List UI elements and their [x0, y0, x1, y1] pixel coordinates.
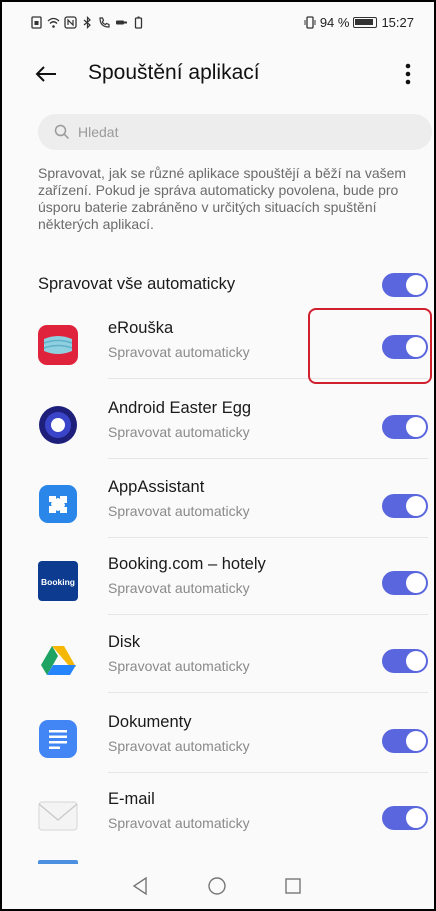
app-name: AppAssistant [108, 478, 205, 496]
app-status: Spravovat automaticky [108, 738, 250, 754]
divider [108, 458, 428, 459]
divider [108, 692, 428, 693]
status-right: 94 % 15:27 [304, 15, 414, 30]
clock: 15:27 [381, 15, 414, 30]
app-row-dokumenty[interactable]: Dokumenty Spravovat automaticky [2, 705, 434, 773]
status-icons [30, 16, 145, 29]
app-name: Disk [108, 633, 141, 651]
more-vert-icon [405, 63, 411, 85]
search-input[interactable] [78, 114, 418, 150]
app-row-email[interactable]: E-mail Spravovat automaticky [2, 782, 434, 850]
vibrate-icon [304, 16, 316, 29]
docs-icon [39, 720, 77, 758]
app-name: Dokumenty [108, 713, 192, 731]
arrow-left-icon [35, 66, 56, 82]
booking-icon: Booking [38, 561, 78, 601]
sim-icon [31, 16, 42, 29]
app-status: Spravovat automaticky [108, 658, 250, 674]
google-drive-icon [41, 646, 76, 675]
app-row-appassistant[interactable]: AppAssistant Spravovat automaticky [2, 470, 434, 538]
toggle-knob [406, 417, 426, 437]
page-title: Spouštění aplikací [88, 61, 260, 84]
screen: 94 % 15:27 Spouštění aplikací Spravovat,… [0, 0, 436, 911]
email-icon [38, 801, 78, 831]
app-toggle[interactable] [382, 494, 428, 518]
battery-percent: 94 % [319, 15, 350, 30]
search-bar[interactable] [38, 114, 432, 150]
app-toggle[interactable] [382, 415, 428, 439]
app-toggle[interactable] [382, 571, 428, 595]
nav-home-button[interactable] [201, 870, 233, 902]
triangle-back-icon [132, 877, 147, 895]
toggle-knob [406, 275, 426, 295]
app-row-booking[interactable]: Booking Booking.com – hotely Spravovat a… [2, 547, 434, 615]
nav-back-button[interactable] [124, 870, 156, 902]
divider [108, 772, 428, 773]
divider [108, 614, 428, 615]
status-bar: 94 % 15:27 [2, 2, 434, 46]
toggle-knob [406, 651, 426, 671]
toggle-knob [406, 496, 426, 516]
bluetooth-icon [83, 16, 91, 29]
app-status: Spravovat automaticky [108, 424, 250, 440]
description-text: Spravovat, jak se různé aplikace spouště… [38, 165, 407, 232]
app-toggle[interactable] [382, 729, 428, 753]
app-bar: Spouštění aplikací [2, 46, 434, 106]
appassistant-icon [39, 485, 77, 523]
app-status: Spravovat automaticky [108, 580, 250, 596]
divider [108, 537, 428, 538]
circle-home-icon [208, 877, 226, 895]
manage-all-label: Spravovat vše automaticky [38, 275, 236, 293]
manage-all-toggle[interactable] [382, 273, 428, 297]
app-status: Spravovat automaticky [108, 344, 250, 360]
back-button[interactable] [30, 58, 62, 90]
square-recents-icon [285, 878, 301, 894]
app-name: E-mail [108, 790, 155, 808]
call-icon [99, 17, 110, 28]
more-options-button[interactable] [396, 58, 420, 90]
android-easter-egg-icon [39, 406, 77, 444]
navigation-bar [2, 864, 434, 909]
app-toggle[interactable] [382, 649, 428, 673]
toggle-knob [406, 808, 426, 828]
toggle-knob [406, 731, 426, 751]
app-row-android-easter-egg[interactable]: Android Easter Egg Spravovat automaticky [2, 391, 434, 459]
search-icon [54, 124, 70, 140]
nav-recents-button[interactable] [277, 870, 309, 902]
battery-icon [353, 17, 378, 28]
erouska-icon [38, 325, 78, 365]
app-row-disk[interactable]: Disk Spravovat automaticky [2, 625, 434, 693]
app-status: Spravovat automaticky [108, 503, 250, 519]
highlight-annotation [308, 308, 432, 384]
wifi-icon [47, 17, 60, 28]
booking-icon-text: Booking [41, 577, 75, 587]
app-status: Spravovat automaticky [108, 815, 250, 831]
app-name: eRouška [108, 319, 174, 337]
app-name: Android Easter Egg [108, 399, 252, 417]
nfc-icon [64, 16, 77, 29]
manage-all-row[interactable]: Spravovat vše automaticky [38, 264, 428, 304]
battery-saver-icon [134, 16, 143, 29]
toggle-knob [406, 573, 426, 593]
app-name: Booking.com – hotely [108, 555, 266, 573]
usb-icon [116, 20, 127, 25]
app-toggle[interactable] [382, 806, 428, 830]
